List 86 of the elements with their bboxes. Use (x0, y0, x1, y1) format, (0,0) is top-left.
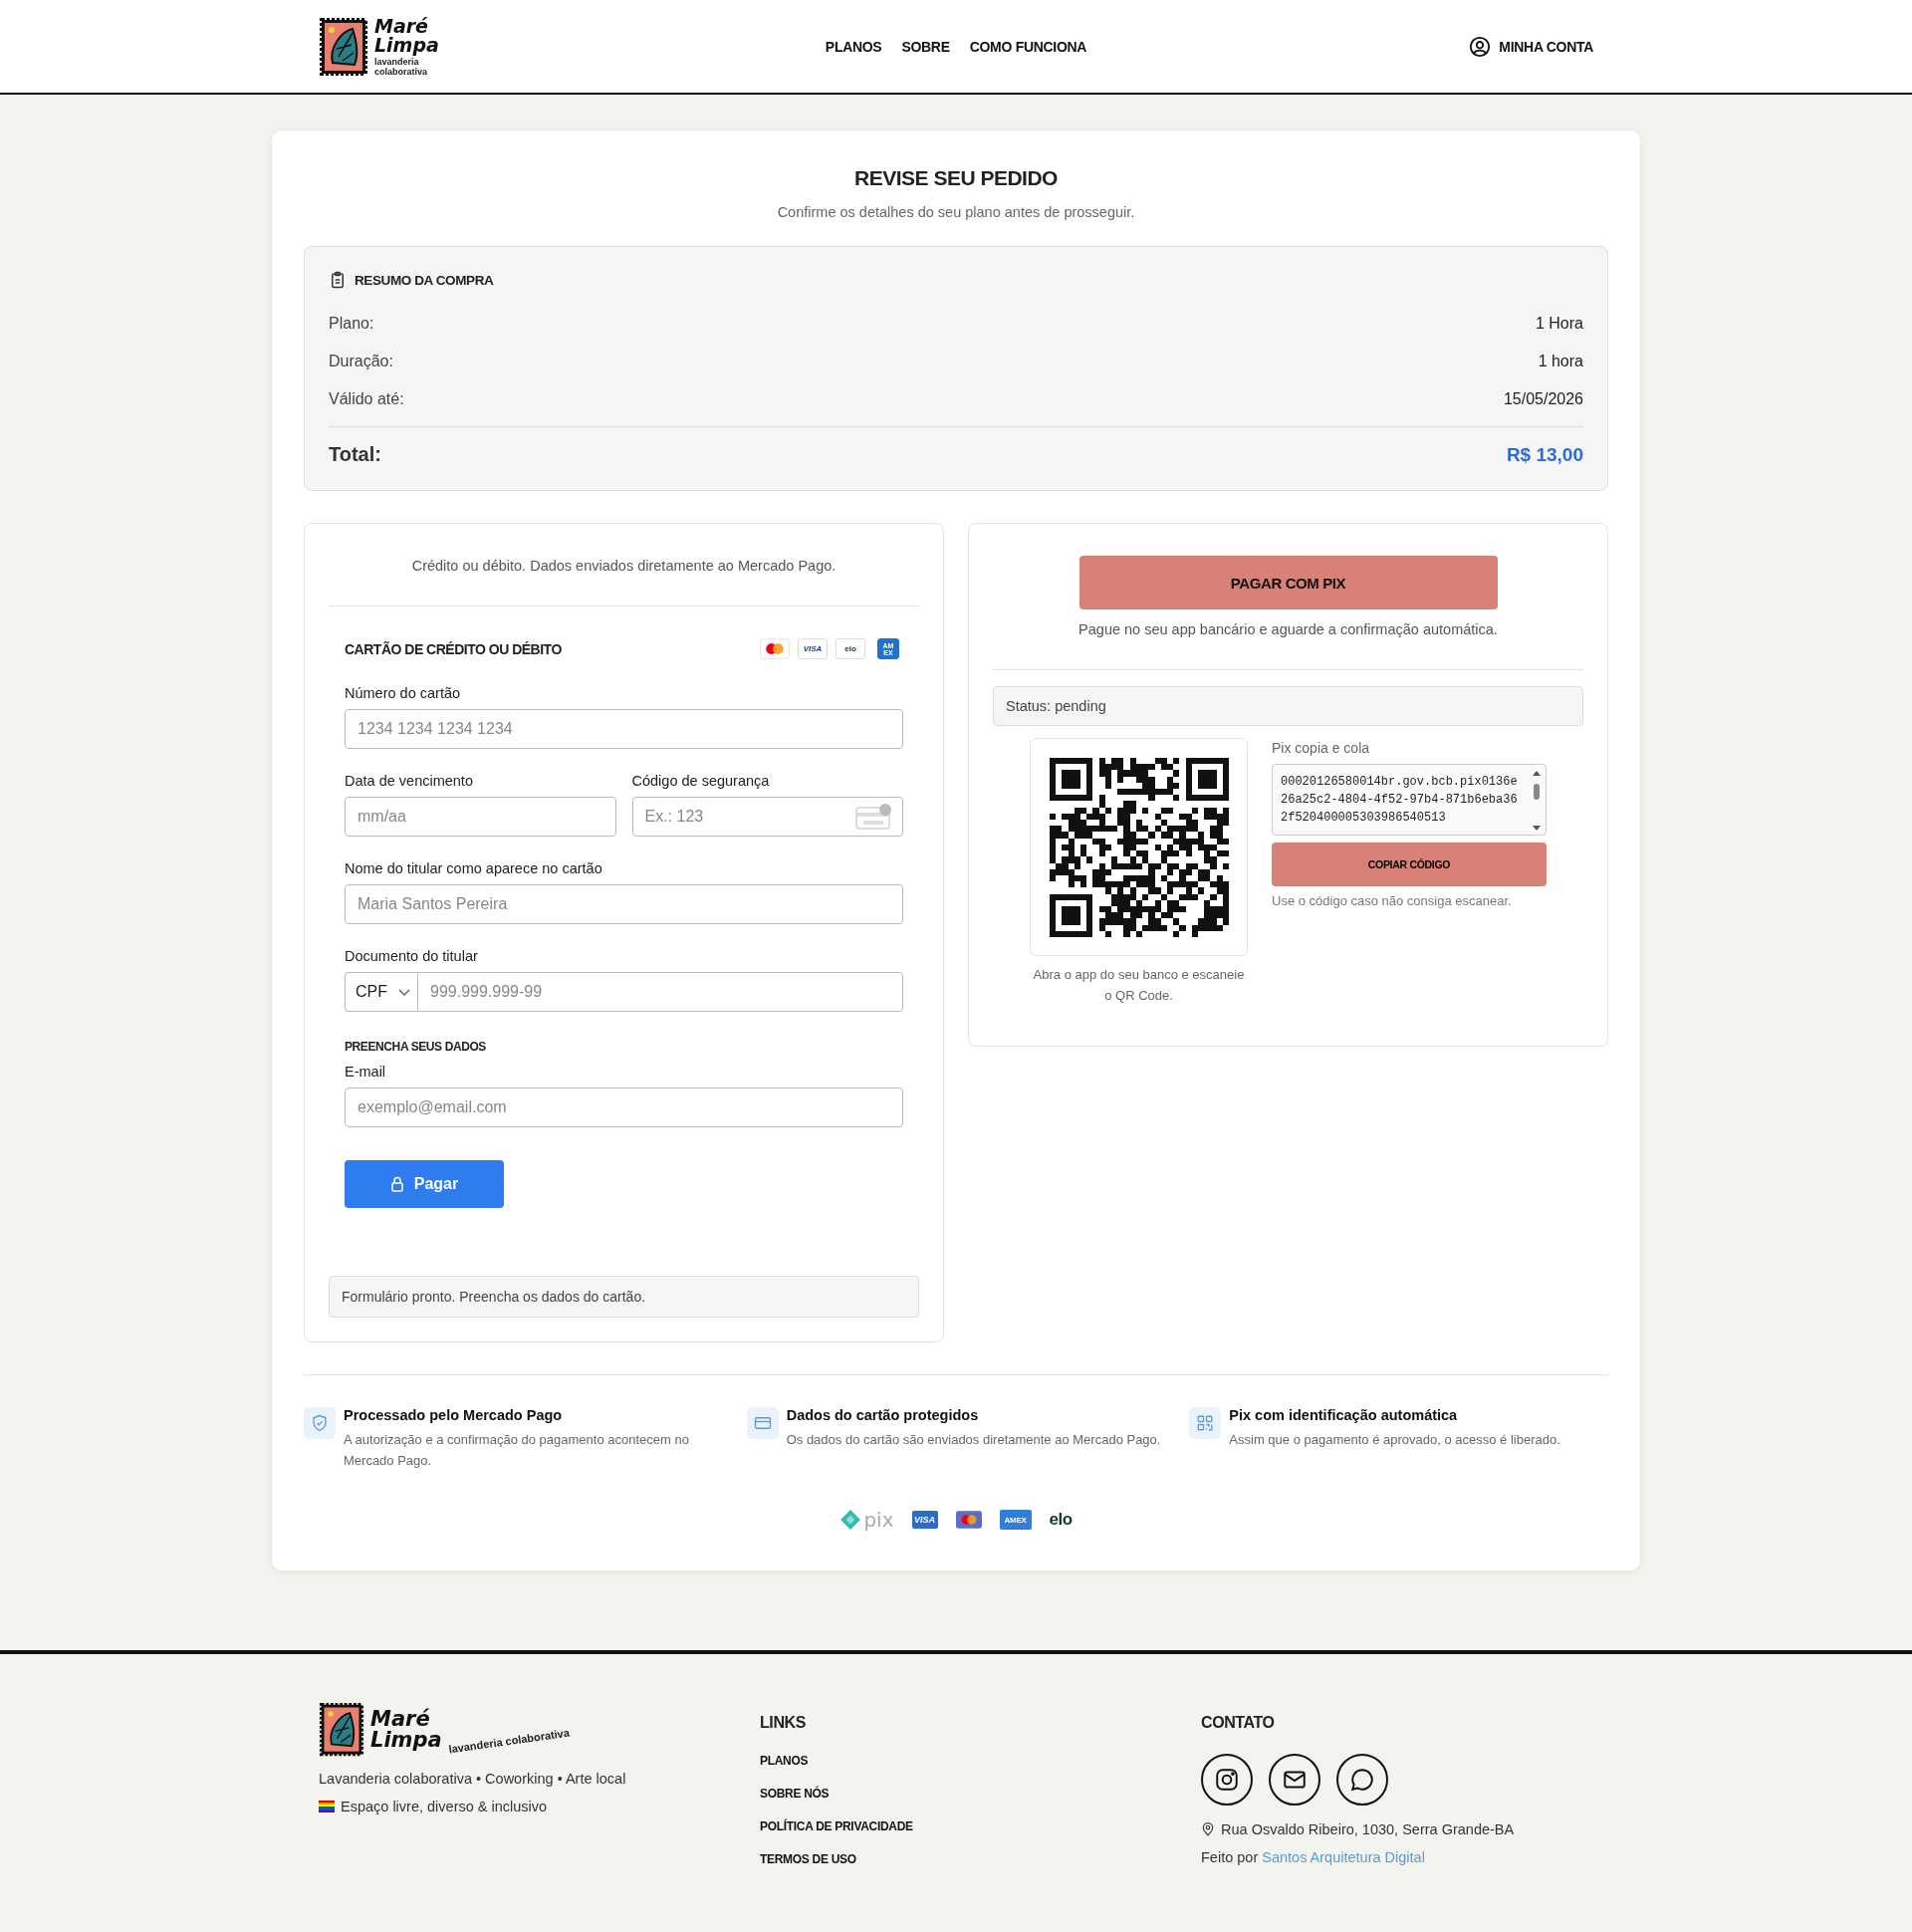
chat-button[interactable] (1336, 1754, 1388, 1806)
feature-title: Processado pelo Mercado Pago (344, 1407, 564, 1423)
copy-hint: Use o código caso não consiga escanear. (1272, 893, 1513, 908)
brand-tagline: lavanderia colaborativa (447, 1726, 571, 1756)
summary-label: Válido até: (329, 390, 404, 408)
qr-caption: Abra o app do seu banco e escaneie o QR Code. (1032, 966, 1246, 1005)
logo-icon (319, 1702, 364, 1758)
pay-button[interactable]: Pagar (345, 1160, 504, 1208)
footer-link[interactable]: TERMOS DE USO (760, 1852, 856, 1866)
visa-logo: VISA (798, 638, 828, 659)
security-code-field[interactable]: Ex.: 123 (631, 797, 903, 837)
card-cvv-icon (855, 804, 893, 830)
mastercard-logo (955, 1511, 982, 1529)
summary-value: 1 Hora (1535, 315, 1583, 333)
summary-label: Duração: (329, 353, 393, 370)
email-field[interactable]: exemplo@email.com (345, 1087, 903, 1127)
footer-credit: Feito por Santos Arquitetura Digital (1201, 1849, 1425, 1865)
brand-tagline: lavanderia colaborativa (374, 56, 429, 77)
form-status-message: Formulário pronto. Preencha os dados do cartão. (329, 1276, 919, 1318)
footer-link[interactable]: POLÍTICA DE PRIVACIDADE (760, 1819, 913, 1833)
page-subtitle: Confirme os detalhes do seu plano antes de prosseguir. (776, 204, 1136, 220)
elo-logo: elo (836, 638, 865, 659)
user-icon (1469, 35, 1492, 58)
copy-code-button[interactable]: COPIAR CÓDIGO (1272, 843, 1547, 886)
field-label: Número do cartão (345, 685, 462, 701)
summary-value: 15/05/2026 (1503, 390, 1583, 408)
pix-code-label: Pix copia e cola (1272, 740, 1371, 756)
footer-heading: LINKS (760, 1714, 806, 1732)
chevron-down-icon (397, 987, 411, 997)
brand-name: Maré Limpa (370, 1708, 442, 1751)
page-title: REVISE SEU PEDIDO (853, 166, 1059, 190)
pix-code-field[interactable]: 00020126580014br.gov.bcb.pix0136e26a25c2-4804-4f52-97b4-871b6eba362f520400005303986540513 (1272, 764, 1547, 836)
card-intro: Crédito ou débito. Dados enviados diretamente ao Mercado Pago. (329, 558, 919, 606)
mastercard-logo (760, 638, 790, 659)
card-form-heading: CARTÃO DE CRÉDITO OU DÉBITO (345, 640, 562, 657)
expiry-field[interactable]: mm/aa (345, 797, 616, 837)
footer-heading: CONTATO (1201, 1714, 1275, 1732)
pix-status-message: Status: pending (993, 686, 1583, 726)
footer-about: Lavanderia colaborativa • Coworking • Arte local (319, 1771, 626, 1788)
summary-label: Plano: (329, 315, 374, 333)
total-label: Total: (329, 443, 381, 466)
email-button[interactable] (1269, 1754, 1320, 1806)
total-price: R$ 13,00 (1506, 443, 1583, 466)
brand-name: Maré Limpa (374, 16, 439, 55)
field-label: Documento do titular (345, 948, 479, 964)
footer-motto: Espaço livre, diverso & inclusivo (341, 1799, 548, 1815)
pix-logo: pix (839, 1509, 894, 1531)
footer-link[interactable]: PLANOS (760, 1754, 809, 1768)
nav-link[interactable]: PLANOS (825, 38, 882, 55)
elo-logo: elo (1049, 1510, 1073, 1530)
location-pin-icon (1201, 1821, 1215, 1837)
scrollbar-icon (1532, 770, 1542, 832)
feature-title: Pix com identificação automática (1229, 1407, 1459, 1423)
field-label: Código de segurança (631, 773, 771, 789)
footer-address: Rua Osvaldo Ribeiro, 1030, Serra Grande-BA (1221, 1821, 1515, 1837)
feature-description: Assim que o pagamento é aprovado, o acesso é liberado. (1229, 1431, 1560, 1449)
cardholder-name-field[interactable]: Maria Santos Pereira (345, 884, 903, 924)
logo-icon (319, 16, 368, 77)
shield-icon (304, 1407, 336, 1439)
rainbow-flag-icon (319, 1801, 335, 1813)
chat-bubble-icon (1349, 1767, 1375, 1793)
qr-code-icon (1189, 1407, 1222, 1439)
nav-link[interactable]: COMO FUNCIONA (969, 38, 1087, 55)
feature-title: Dados do cartão protegidos (786, 1407, 980, 1423)
document-number-field[interactable]: 999.999.999-99 (417, 972, 903, 1012)
field-label: E-mail (345, 1064, 387, 1080)
clipboard-icon (329, 271, 347, 289)
amex-logo: AMEX (999, 1510, 1032, 1530)
instagram-icon (1214, 1767, 1240, 1793)
nav-link[interactable]: SOBRE (901, 38, 950, 55)
lock-icon (389, 1176, 404, 1192)
summary-heading: RESUMO DA COMPRA (355, 272, 494, 288)
feature-description: A autorização e a confirmação do pagamento acontecem no Mercado Pago. (344, 1431, 690, 1470)
footer-link[interactable]: SOBRE NÓS (760, 1787, 830, 1801)
section-heading: PREENCHA SEUS DADOS (345, 1040, 487, 1054)
instagram-button[interactable] (1201, 1754, 1253, 1806)
account-link[interactable]: MINHA CONTA (1334, 35, 1593, 58)
credit-card-icon (746, 1407, 779, 1439)
field-label: Data de vencimento (345, 773, 474, 789)
feature-description: Os dados do cartão são enviados diretamente ao Mercado Pago. (786, 1431, 1161, 1449)
visa-logo: VISA (911, 1511, 938, 1529)
field-label: Nome do titular como aparece no cartão (345, 860, 603, 876)
summary-value: 1 hora (1538, 353, 1583, 370)
card-number-field[interactable]: 1234 1234 1234 1234 (345, 709, 903, 749)
pay-with-pix-button[interactable]: PAGAR COM PIX (1078, 556, 1498, 609)
pix-caption: Pague no seu app bancário e aguarde a confirmação automática. (993, 621, 1583, 670)
